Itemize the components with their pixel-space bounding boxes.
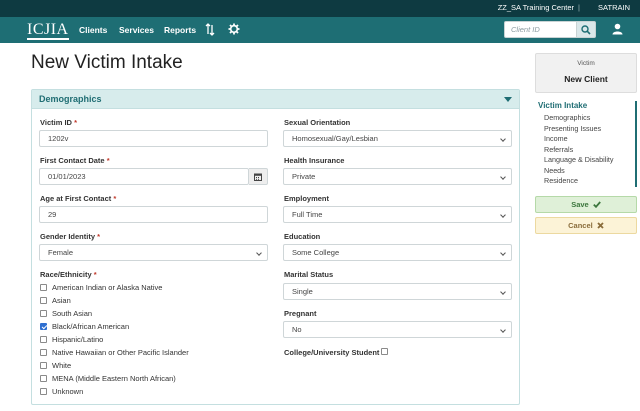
nav-link-services[interactable]: Services bbox=[119, 17, 154, 43]
college-student-label: College/University Student bbox=[284, 348, 380, 357]
pregnant-select[interactable]: No bbox=[283, 321, 512, 338]
collapse-caret-icon[interactable] bbox=[504, 97, 512, 102]
required-mark: * bbox=[74, 118, 77, 127]
age-label: Age at First Contact * bbox=[40, 194, 117, 203]
race-ethnicity-label: Race/Ethnicity * bbox=[40, 270, 97, 279]
checkbox[interactable] bbox=[40, 388, 47, 395]
save-button[interactable]: Save bbox=[535, 196, 637, 213]
section-nav-item-income[interactable]: Income bbox=[544, 134, 568, 143]
victim-id-field[interactable]: 1202v bbox=[39, 130, 268, 147]
top-separator: | bbox=[578, 3, 580, 12]
logo-underline bbox=[27, 38, 69, 40]
marital-status-label: Marital Status bbox=[284, 270, 334, 279]
section-nav-heading[interactable]: Victim Intake bbox=[538, 101, 587, 110]
organization-name[interactable]: ZZ_SA Training Center bbox=[498, 3, 574, 12]
client-id-search-input[interactable] bbox=[504, 21, 577, 38]
required-mark: * bbox=[97, 232, 101, 241]
cancel-button[interactable]: Cancel bbox=[535, 217, 637, 234]
checkbox[interactable] bbox=[40, 336, 47, 343]
search-button[interactable] bbox=[577, 21, 596, 38]
checkbox[interactable] bbox=[40, 349, 47, 356]
section-nav-item-needs[interactable]: Needs bbox=[544, 166, 565, 175]
section-nav-item-demographics[interactable]: Demographics bbox=[544, 113, 590, 122]
top-strip: ZZ_SA Training Center | SATRAIN bbox=[0, 0, 640, 17]
age-field[interactable]: 29 bbox=[39, 206, 268, 223]
sexual-orientation-label: Sexual Orientation bbox=[284, 118, 351, 127]
first-contact-date-label: First Contact Date * bbox=[40, 156, 110, 165]
health-insurance-select[interactable]: Private bbox=[283, 168, 512, 185]
search-icon bbox=[581, 25, 591, 37]
college-student-checkbox[interactable] bbox=[381, 348, 388, 355]
first-contact-date-field[interactable]: 01/01/2023 bbox=[39, 168, 249, 185]
nav-link-reports[interactable]: Reports bbox=[164, 17, 196, 43]
checkbox[interactable] bbox=[40, 297, 47, 304]
education-select[interactable]: Some College bbox=[283, 244, 512, 261]
checkbox[interactable] bbox=[40, 362, 47, 369]
calendar-icon bbox=[254, 173, 262, 183]
section-nav-item-referrals[interactable]: Referrals bbox=[544, 145, 573, 154]
checkbox-checked[interactable] bbox=[40, 323, 47, 330]
logo[interactable]: ICJIA bbox=[27, 20, 69, 40]
employment-label: Employment bbox=[284, 194, 330, 203]
gear-icon[interactable] bbox=[228, 23, 240, 37]
sexual-orientation-select[interactable]: Homosexual/Gay/Lesbian bbox=[283, 130, 512, 147]
checkbox[interactable] bbox=[40, 310, 47, 317]
checkbox[interactable] bbox=[40, 284, 47, 291]
required-mark: * bbox=[113, 194, 117, 203]
marital-status-select[interactable]: Single bbox=[283, 283, 512, 300]
checkbox[interactable] bbox=[40, 375, 47, 382]
page-title: New Victim Intake bbox=[31, 52, 183, 73]
username[interactable]: SATRAIN bbox=[598, 3, 630, 12]
health-insurance-label: Health Insurance bbox=[284, 156, 345, 165]
calendar-button[interactable] bbox=[249, 168, 268, 185]
required-mark: * bbox=[93, 270, 97, 279]
gender-identity-select[interactable]: Female bbox=[39, 244, 268, 261]
section-nav: Victim Intake Demographics Presenting Is… bbox=[537, 101, 637, 187]
navbar: ICJIA Clients Services Reports bbox=[0, 17, 640, 43]
user-icon[interactable] bbox=[612, 23, 623, 37]
gender-identity-label: Gender Identity * bbox=[40, 232, 101, 241]
section-nav-item-residence[interactable]: Residence bbox=[544, 176, 578, 185]
demographics-title: Demographics bbox=[39, 94, 102, 104]
close-icon bbox=[597, 219, 604, 234]
employment-select[interactable]: Full Time bbox=[283, 206, 512, 223]
client-name: New Client bbox=[564, 74, 608, 84]
logo-text: ICJIA bbox=[27, 21, 69, 38]
demographics-panel-header[interactable]: Demographics bbox=[32, 90, 519, 109]
checkmark-icon bbox=[592, 198, 601, 213]
nav-link-clients[interactable]: Clients bbox=[79, 17, 107, 43]
pregnant-label: Pregnant bbox=[284, 309, 317, 318]
victim-id-label: Victim ID * bbox=[40, 118, 77, 127]
client-summary-card: Victim New Client bbox=[535, 53, 637, 93]
client-type-label: Victim bbox=[577, 60, 595, 67]
cancel-label: Cancel bbox=[568, 221, 593, 230]
sort-arrows-icon[interactable] bbox=[205, 23, 215, 38]
section-nav-item-presenting-issues[interactable]: Presenting Issues bbox=[544, 124, 601, 133]
education-label: Education bbox=[284, 232, 321, 241]
section-nav-item-language-disability[interactable]: Language & Disability bbox=[544, 155, 614, 164]
save-label: Save bbox=[571, 200, 589, 209]
required-mark: * bbox=[106, 156, 110, 165]
